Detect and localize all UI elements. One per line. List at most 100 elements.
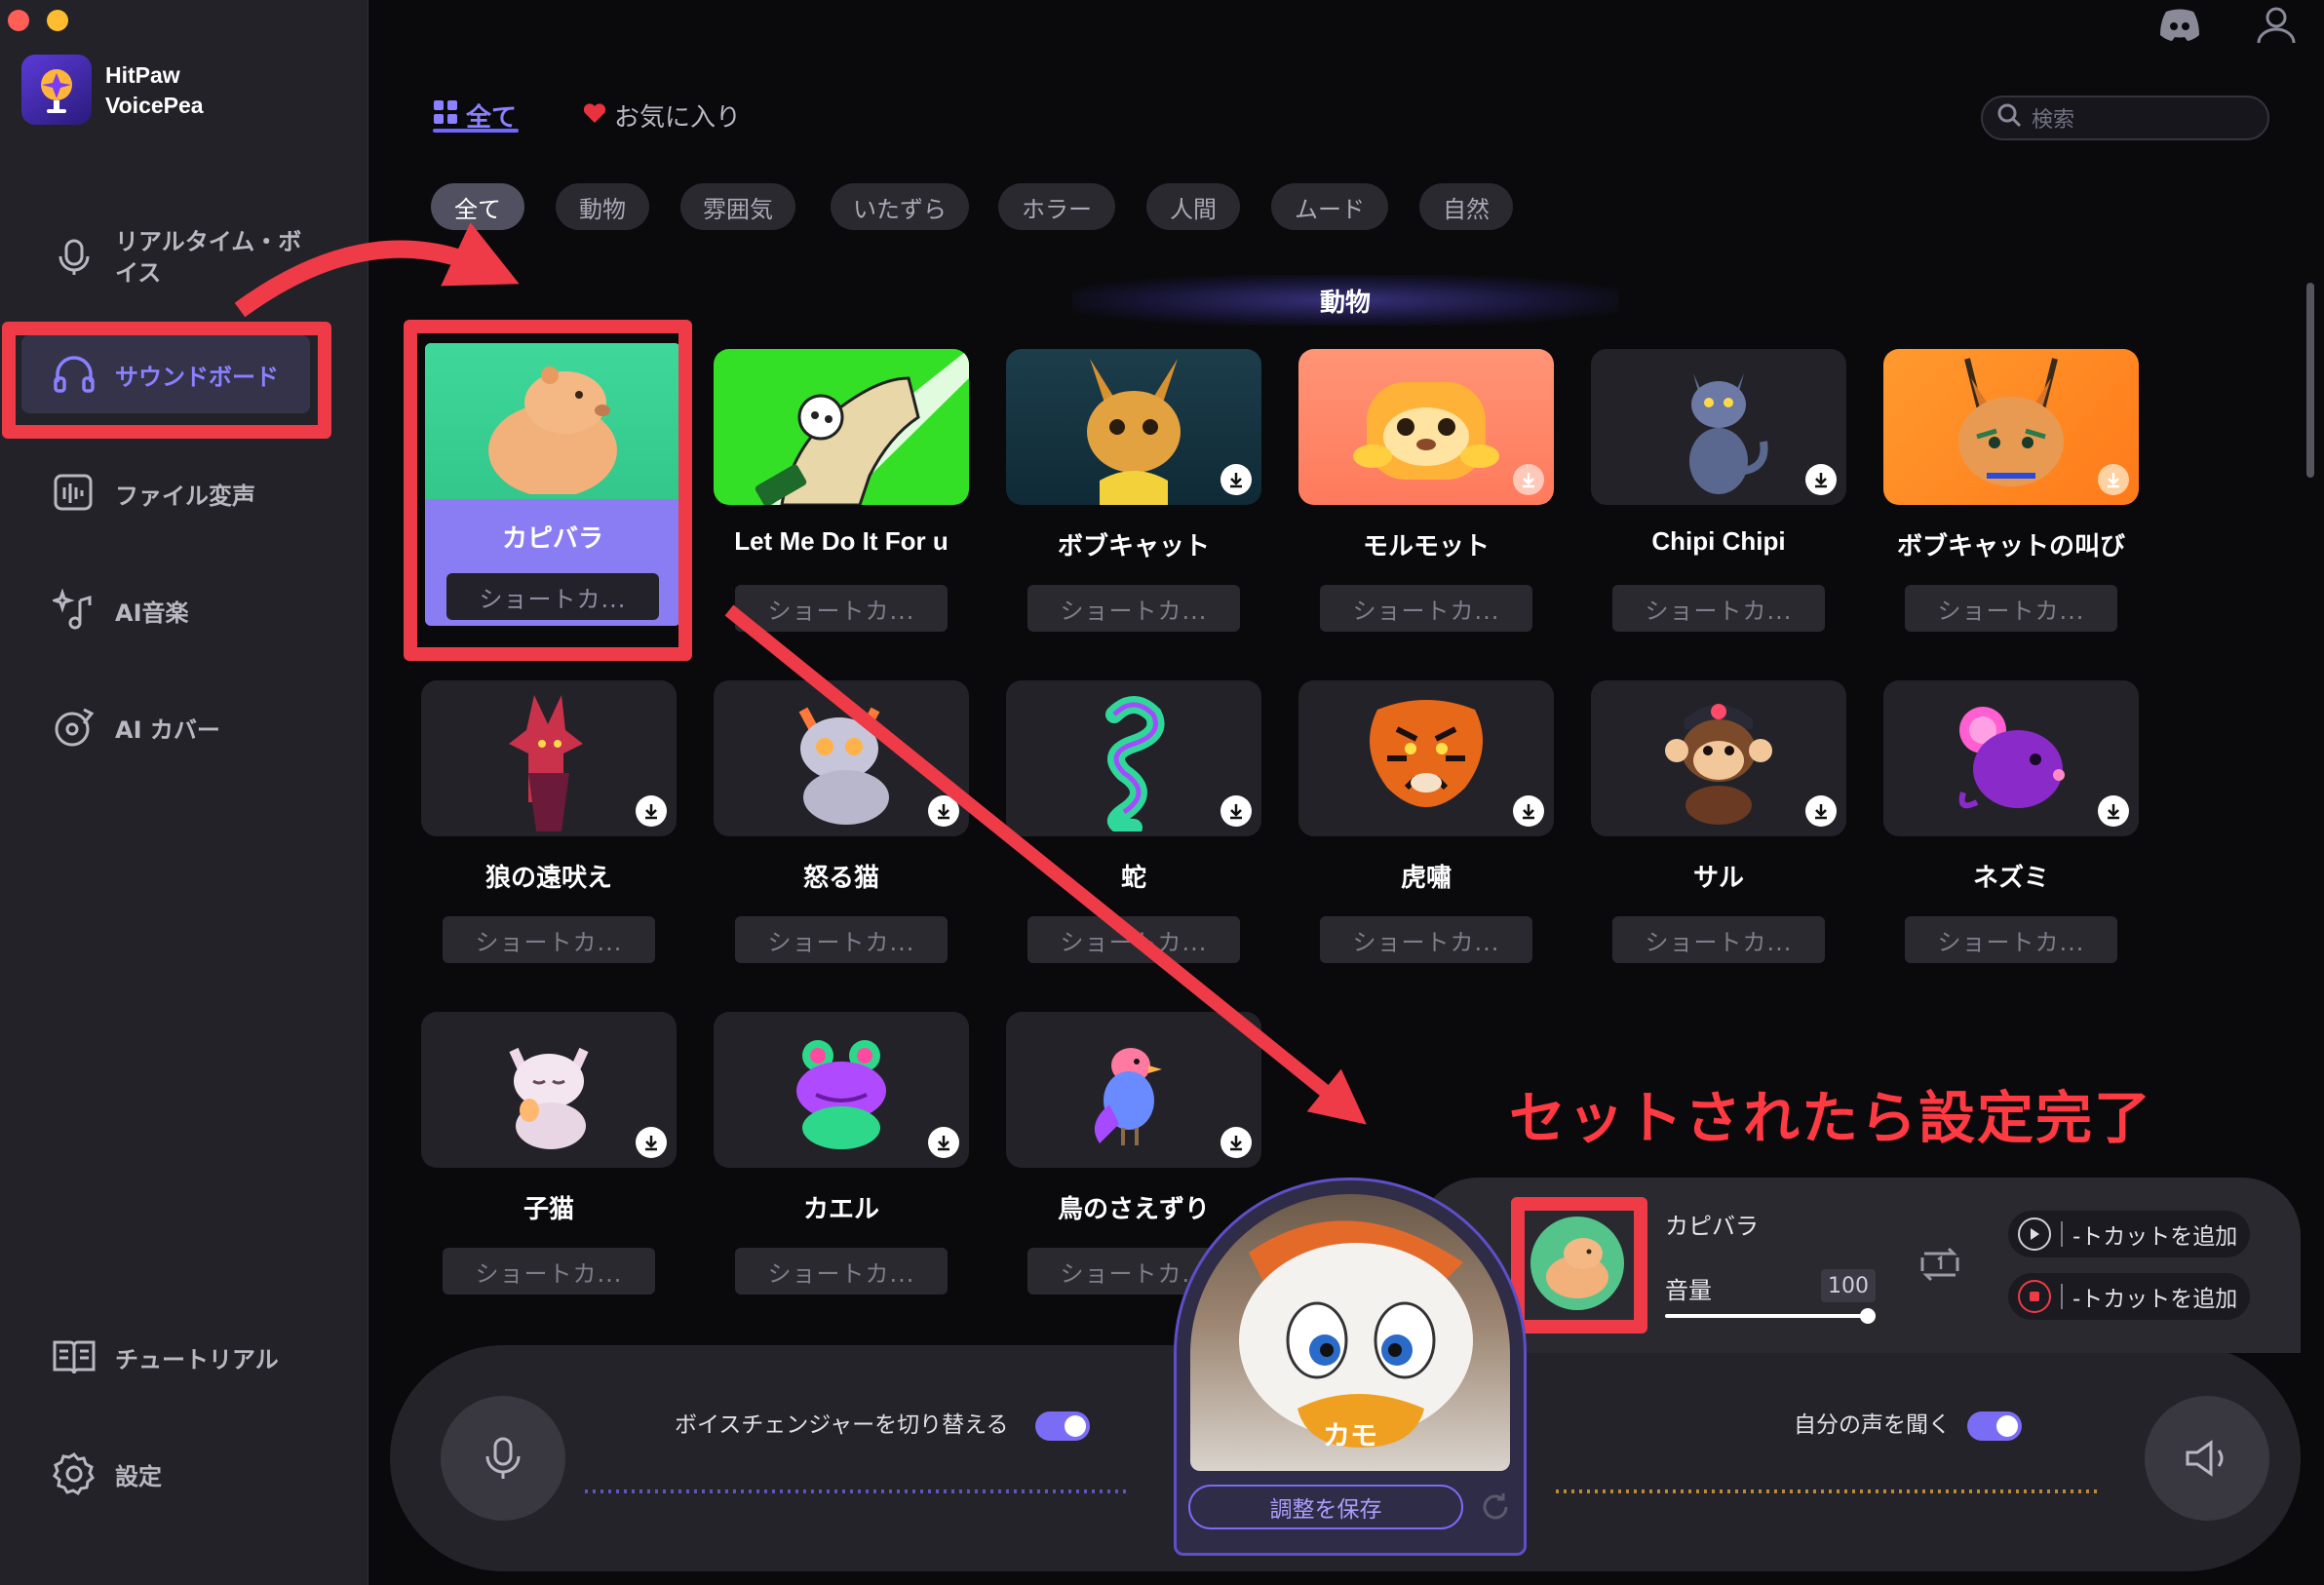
microphone-icon: [485, 1437, 521, 1479]
selected-voice-card[interactable]: カモ 調整を保存: [1174, 1178, 1527, 1556]
sidebar-item-ai-music[interactable]: AI音楽: [51, 587, 189, 634]
shortcut-button[interactable]: ショートカ...: [1905, 916, 2117, 963]
play-shortcut-button[interactable]: -トカットを追加: [2008, 1211, 2250, 1257]
sound-thumbnail: [714, 349, 969, 505]
filter-chip-mood[interactable]: ムード: [1271, 183, 1388, 230]
sidebar-item-ai-cover[interactable]: AI カバー: [51, 704, 220, 751]
download-icon[interactable]: [1513, 464, 1544, 495]
shortcut-button[interactable]: ショートカ...: [1320, 585, 1532, 632]
sidebar-item-tutorial[interactable]: チュートリアル: [51, 1334, 279, 1380]
download-icon[interactable]: [1805, 464, 1837, 495]
listen-self-toggle[interactable]: [1967, 1411, 2022, 1441]
filter-chip-horror[interactable]: ホラー: [998, 183, 1115, 230]
download-icon[interactable]: [1220, 1127, 1252, 1158]
sound-card-frog[interactable]: カエル ショートカ...: [714, 1012, 969, 1295]
download-icon[interactable]: [2098, 795, 2129, 827]
sidebar-item-label: チュートリアル: [115, 1345, 279, 1373]
download-icon[interactable]: [1513, 795, 1544, 827]
app-logo: [21, 55, 92, 125]
volume-value[interactable]: 100: [1821, 1269, 1876, 1302]
sidebar-item-label: イス: [115, 259, 162, 287]
sidebar-item-file-voice[interactable]: ファイル変声: [51, 470, 255, 517]
user-account-icon[interactable]: [2256, 4, 2297, 49]
volume-slider-track[interactable]: [1665, 1314, 1870, 1318]
shortcut-button[interactable]: ショートカ...: [1027, 916, 1240, 963]
sound-card-wolf-howl[interactable]: 狼の遠吠え ショートカ...: [421, 680, 677, 963]
shortcut-button[interactable]: ショートカ...: [735, 1248, 948, 1295]
stop-shortcut-button[interactable]: -トカットを追加: [2008, 1273, 2250, 1320]
shortcut-button[interactable]: ショートカ...: [443, 916, 655, 963]
sound-name: Let Me Do It For u: [734, 526, 949, 556]
sound-card-monkey[interactable]: サル ショートカ...: [1591, 680, 1846, 963]
scrollbar-thumb[interactable]: [2306, 283, 2314, 478]
download-icon[interactable]: [1220, 464, 1252, 495]
lynx-icon: [1958, 358, 2064, 486]
discord-icon[interactable]: [2158, 8, 2201, 47]
tab-label: お気に入り: [614, 103, 742, 133]
annotation-text: セットされたら設定完了: [1509, 1085, 2153, 1151]
download-icon[interactable]: [928, 795, 959, 827]
sound-name: Chipi Chipi: [1651, 526, 1786, 556]
filter-chip-prank[interactable]: いたずら: [831, 183, 969, 230]
filter-chip-all[interactable]: 全て: [431, 183, 524, 230]
download-icon[interactable]: [1220, 795, 1252, 827]
sound-card-bobcat[interactable]: ボブキャット ショートカ...: [1006, 349, 1261, 632]
mic-button[interactable]: [441, 1396, 565, 1521]
reset-icon[interactable]: [1479, 1490, 1512, 1524]
save-adjustment-button[interactable]: 調整を保存: [1188, 1485, 1463, 1529]
sound-card-snake[interactable]: 蛇 ショートカ...: [1006, 680, 1261, 963]
search-input[interactable]: 検索: [1981, 96, 2269, 140]
minimize-window-button[interactable]: [47, 10, 68, 31]
shortcut-button[interactable]: ショートカ...: [1320, 916, 1532, 963]
guinea-pig-icon: [1353, 382, 1499, 480]
shortcut-button[interactable]: ショートカ...: [1905, 585, 2117, 632]
sound-card-chipi-chipi[interactable]: Chipi Chipi ショートカ...: [1591, 349, 1846, 632]
sound-name: サル: [1692, 863, 1744, 892]
download-icon[interactable]: [636, 795, 667, 827]
sound-card-kitten[interactable]: 子猫 ショートカ...: [421, 1012, 677, 1295]
volume-slider-knob[interactable]: [1860, 1308, 1876, 1324]
shortcut-label: -トカットを追加: [2072, 1224, 2238, 1250]
sidebar-item-label: リアルタイム・ボ: [115, 228, 302, 255]
sound-card-mouse[interactable]: ネズミ ショートカ...: [1883, 680, 2139, 963]
sidebar-item-realtime-voice[interactable]: リアルタイム・ボ イス: [51, 226, 301, 289]
shortcut-button[interactable]: ショートカ...: [1612, 916, 1825, 963]
sound-card-guinea-pig[interactable]: モルモット ショートカ...: [1298, 349, 1554, 632]
sound-card-bobcat-scream[interactable]: ボブキャットの叫び ショートカ...: [1883, 349, 2139, 632]
kitten-icon: [509, 1047, 589, 1149]
voice-changer-toggle[interactable]: [1035, 1411, 1090, 1441]
sound-card-tiger[interactable]: 虎嘯 ショートカ...: [1298, 680, 1554, 963]
highlight-box-selected-card: [404, 320, 692, 661]
filter-chip-human[interactable]: 人間: [1146, 183, 1240, 230]
download-icon[interactable]: [1805, 795, 1837, 827]
filter-chip-atmosphere[interactable]: 雰囲気: [680, 183, 795, 230]
shortcut-button[interactable]: ショートカ...: [443, 1248, 655, 1295]
sidebar-item-settings[interactable]: 設定: [51, 1450, 162, 1497]
tab-active-underline: [433, 129, 519, 133]
play-icon: [2018, 1218, 2051, 1251]
download-icon[interactable]: [2098, 464, 2129, 495]
filter-chip-nature[interactable]: 自然: [1419, 183, 1513, 230]
shortcut-button[interactable]: ショートカ...: [1027, 585, 1240, 632]
close-window-button[interactable]: [8, 10, 29, 31]
sound-card-let-me-do-it[interactable]: Let Me Do It For u ショートカ...: [714, 349, 969, 632]
sidebar: HitPaw VoicePea リアルタイム・ボ イス サウンドボード ファイル…: [0, 0, 368, 1585]
filter-chip-animals[interactable]: 動物: [556, 183, 649, 230]
download-icon[interactable]: [928, 1127, 959, 1158]
sound-name: 鳥のさえずり: [1057, 1194, 1210, 1223]
stop-icon: [2018, 1280, 2051, 1313]
grid-icon: [433, 99, 458, 132]
tab-favorites[interactable]: お気に入り: [583, 97, 741, 134]
download-icon[interactable]: [636, 1127, 667, 1158]
shortcut-button[interactable]: ショートカ...: [735, 916, 948, 963]
sound-card-angry-cat[interactable]: 怒る猫 ショートカ...: [714, 680, 969, 963]
sidebar-item-label: AI音楽: [115, 599, 189, 627]
shortcut-button[interactable]: ショートカ...: [1612, 585, 1825, 632]
sound-name: モルモット: [1362, 531, 1490, 561]
search-placeholder: 検索: [2032, 108, 2075, 133]
speaker-button[interactable]: [2145, 1396, 2269, 1521]
sound-name: ネズミ: [1972, 863, 2049, 892]
loop-once-icon[interactable]: [1917, 1244, 1963, 1285]
shortcut-button[interactable]: ショートカ...: [735, 585, 948, 632]
separator: [2061, 1284, 2063, 1309]
